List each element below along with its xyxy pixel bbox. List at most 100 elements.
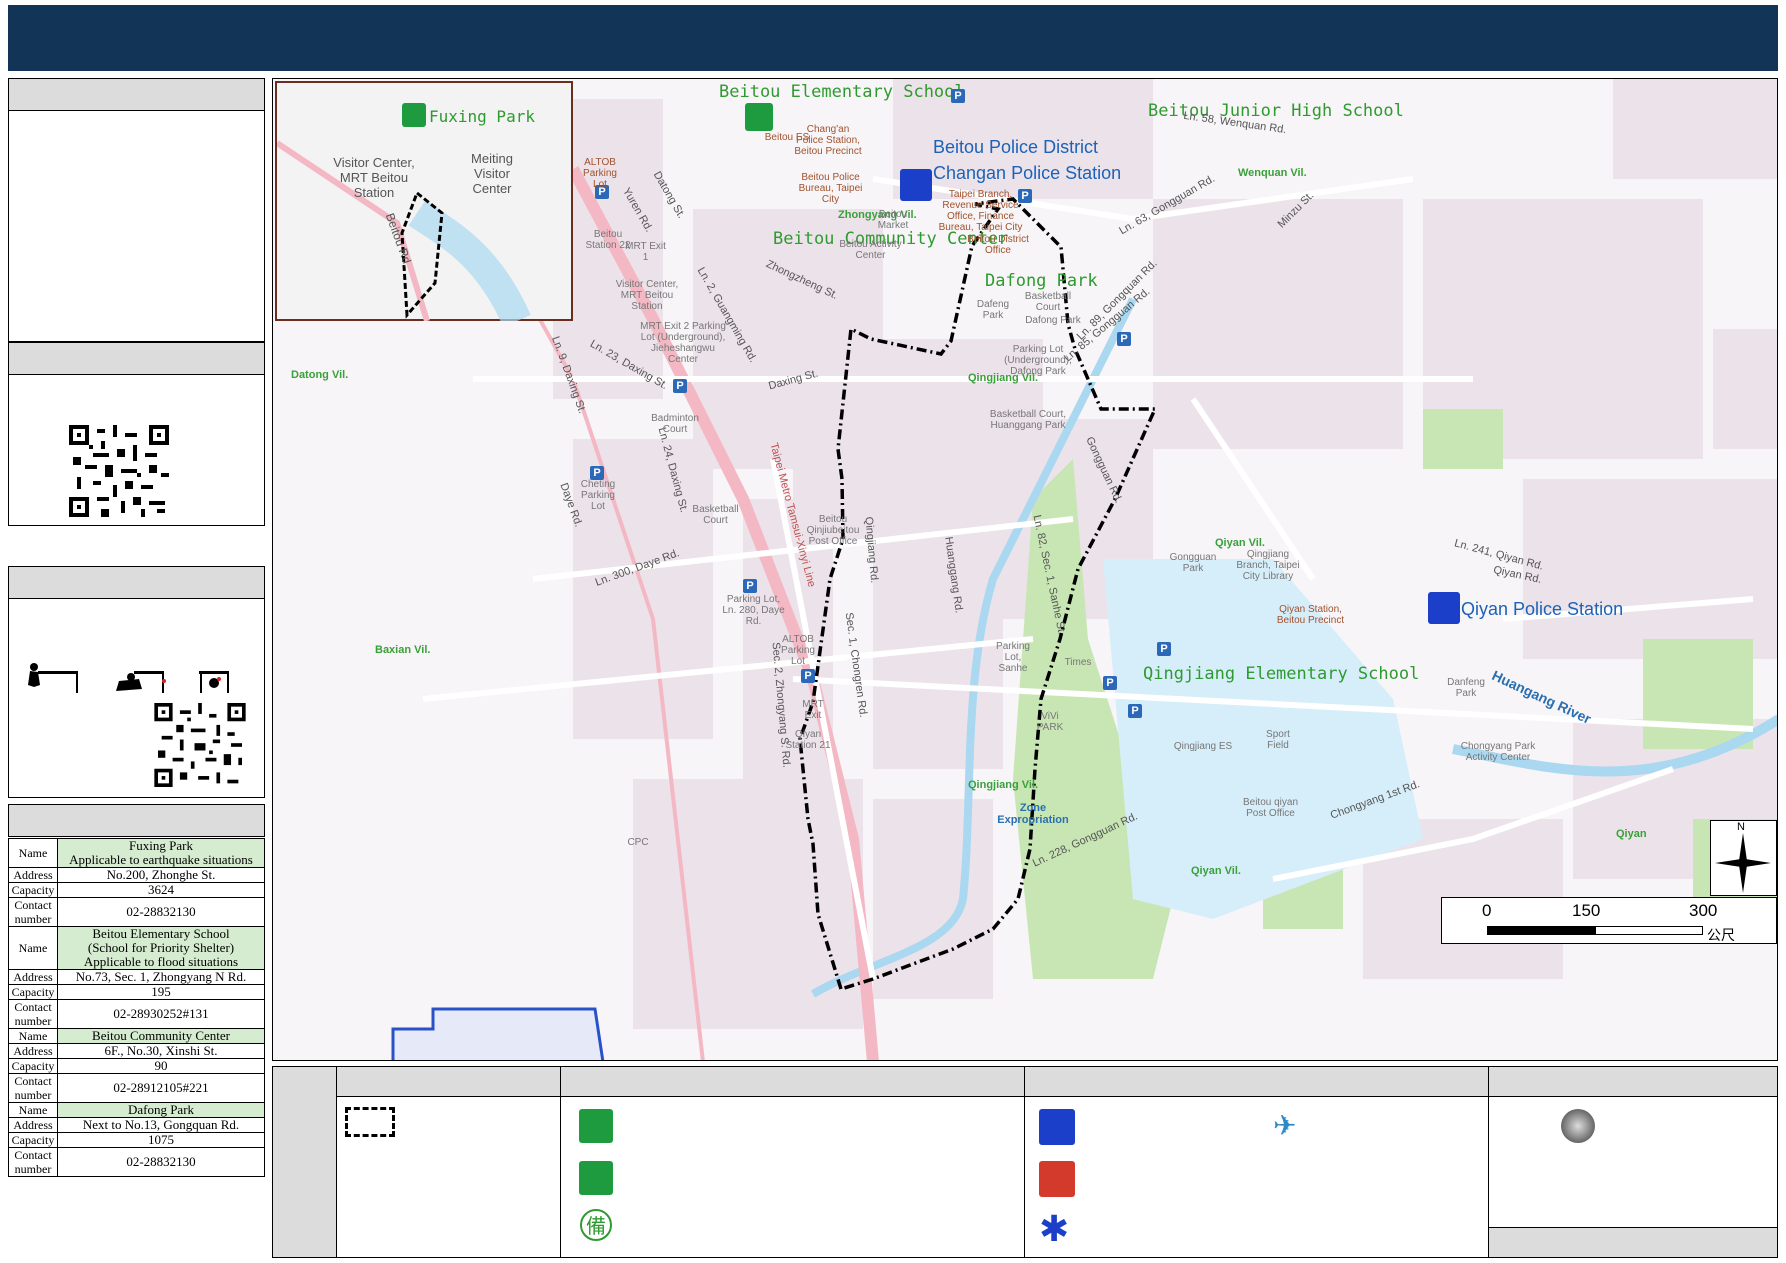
parking-icon: P <box>951 89 965 103</box>
qr-box-1 <box>8 374 265 526</box>
shelter-capacity: 3624 <box>57 882 265 898</box>
poi-label: Qiyan Station, Beitou Precinct <box>1276 604 1345 626</box>
section-header-3 <box>8 566 265 599</box>
shelter-address: 6F., No.30, Xinshi St. <box>57 1043 265 1059</box>
shelter-table: Name Fuxing Park Applicable to earthquake… <box>8 838 265 1177</box>
shelter-capacity: 1075 <box>57 1132 265 1148</box>
poi-label: Parking Lot, Ln. 280, Daye Rd. <box>722 594 785 627</box>
village-label: Qingjiang Vil. <box>968 779 1039 791</box>
poi-label: Basketball Court <box>692 504 739 526</box>
parking-icon: P <box>590 466 604 480</box>
poi-label: Beitou Market <box>877 209 909 231</box>
poi-label: Chang'an Police Station, Beitou Precinct <box>794 124 862 157</box>
shelter-label-qingjiang-es[interactable]: Qingjiang Elementary School <box>1143 664 1419 684</box>
fire-station-legend-icon <box>1039 1161 1075 1197</box>
parking-icon: P <box>801 669 815 683</box>
poi-label: Gongguan Park <box>1169 552 1217 574</box>
poi-label: Basketball Court <box>1024 291 1072 313</box>
police-label-changan[interactable]: Beitou Police District Changan Police St… <box>933 134 1121 186</box>
earthquake-safety-box <box>8 598 265 798</box>
description-box <box>8 110 265 342</box>
poi-label: Beitou District Office <box>967 234 1029 256</box>
table-label-contact: Contact number <box>8 999 58 1029</box>
police-legend-icon <box>1039 1109 1075 1145</box>
flood-shelter-icon <box>745 103 773 131</box>
table-label-name: Name <box>8 1028 58 1044</box>
poi-label: Beitou Police Bureau, Taipei City <box>798 172 863 205</box>
legend-head-3 <box>1025 1067 1489 1097</box>
table-label-address: Address <box>8 969 58 985</box>
poi-label: Qiyan Station 21 <box>785 729 831 751</box>
poi-label: Beitou Activity Center <box>839 239 902 261</box>
poi-label: Parking Lot (Underground), Dafong Park <box>1004 344 1072 377</box>
poi-label: Dafeng Park <box>976 299 1010 321</box>
scale-unit: 公尺 <box>1707 927 1735 943</box>
header-banner <box>8 5 1778 71</box>
shelter-capacity: 195 <box>57 984 265 1000</box>
shelter-address: No.73, Sec. 1, Zhongyang N Rd. <box>57 969 265 985</box>
legend-side-title <box>273 1067 337 1257</box>
qr-code-icon[interactable] <box>69 425 169 517</box>
qr-code-icon[interactable] <box>154 703 246 787</box>
poi-label: Chongyang Park Activity Center <box>1460 741 1536 763</box>
parking-icon: P <box>1157 642 1171 656</box>
poi-label: Qingjiang Branch, Taipei City Library <box>1236 549 1300 582</box>
helicopter-legend-icon: ✈ <box>1273 1110 1297 1141</box>
scale-tick: 150 <box>1572 901 1601 920</box>
table-label-name: Name <box>8 926 58 970</box>
zone-label: Zone Expropriation <box>997 802 1069 826</box>
table-label-capacity: Capacity <box>8 1058 58 1074</box>
shelter-contact: 02-28930252#131 <box>57 999 265 1029</box>
table-label-name: Name <box>8 838 58 868</box>
flood-shelter-legend-icon <box>579 1109 613 1143</box>
village-label: Qiyan Vil. <box>1191 865 1241 877</box>
medical-legend-icon: ✱ <box>1039 1208 1070 1249</box>
poi-label: Badminton Court <box>651 413 699 435</box>
compass-icon <box>1715 833 1771 893</box>
poi-label: Dafong Park <box>1025 315 1081 326</box>
shelter-address: Next to No.13, Gongquan Rd. <box>57 1117 265 1133</box>
shelter-capacity: 90 <box>57 1058 265 1074</box>
village-label: Qiyan <box>1616 828 1647 840</box>
shelter-contact: 02-28912105#221 <box>57 1073 265 1103</box>
poi-label: Taipei Branch, Revenue Service Office, F… <box>938 189 1023 233</box>
poi-label: ALTOB Parking Lot <box>583 157 617 190</box>
earthquake-shelter-icon <box>402 103 426 127</box>
poi-label: MRT Exit 2 Parking Lot (Underground), Ji… <box>640 321 726 365</box>
shelter-contact: 02-28832130 <box>57 897 265 927</box>
poi-label: Times <box>1064 657 1092 668</box>
scale-tick: 0 <box>1482 901 1492 920</box>
poi-label: CPC <box>627 837 649 848</box>
table-label-contact: Contact number <box>8 1073 58 1103</box>
shelter-contact: 02-28832130 <box>57 1147 265 1177</box>
shelter-address: No.200, Zhonghe St. <box>57 867 265 883</box>
poi-label: Qingjiang ES <box>1173 741 1233 752</box>
map-area[interactable]: Fuxing Park Visitor Center, MRT Beitou S… <box>272 78 1778 1061</box>
parking-icon: P <box>1117 332 1131 346</box>
shelter-label-dafong-park[interactable]: Dafong Park <box>985 271 1098 291</box>
inset-meiting-label: Meiting Visitor Center <box>471 151 513 196</box>
shelter-label-beitou-es[interactable]: Beitou Elementary School <box>719 82 965 102</box>
boundary-legend-icon <box>345 1107 395 1137</box>
legend-head-2 <box>561 1067 1025 1097</box>
police-label-qiyan[interactable]: Qiyan Police Station <box>1461 599 1623 620</box>
poi-label: Parking Lot, Sanhe <box>996 641 1030 674</box>
village-label: Qiyan Vil. <box>1215 537 1265 549</box>
parking-icon: P <box>1103 676 1117 690</box>
parking-icon: P <box>1128 704 1142 718</box>
inset-visitor-center-label: Visitor Center, MRT Beitou Station <box>333 155 415 200</box>
poi-label: Visitor Center, MRT Beitou Station <box>615 279 679 312</box>
table-label-address: Address <box>8 867 58 883</box>
village-label: Wenquan Vil. <box>1238 167 1307 179</box>
legend-footer <box>1489 1227 1777 1257</box>
shelter-name: Dafong Park <box>57 1102 265 1118</box>
table-label-address: Address <box>8 1043 58 1059</box>
table-label-contact: Contact number <box>8 1147 58 1177</box>
table-label-capacity: Capacity <box>8 984 58 1000</box>
scale-bar: 0 150 300 公尺 <box>1441 897 1777 944</box>
poi-label: Basketball Court, Huanggang Park <box>989 409 1067 431</box>
inset-map: Fuxing Park Visitor Center, MRT Beitou S… <box>275 81 573 321</box>
shelter-name: Beitou Community Center <box>57 1028 265 1044</box>
table-label-capacity: Capacity <box>8 882 58 898</box>
inset-fuxing-park-label: Fuxing Park <box>429 107 535 126</box>
